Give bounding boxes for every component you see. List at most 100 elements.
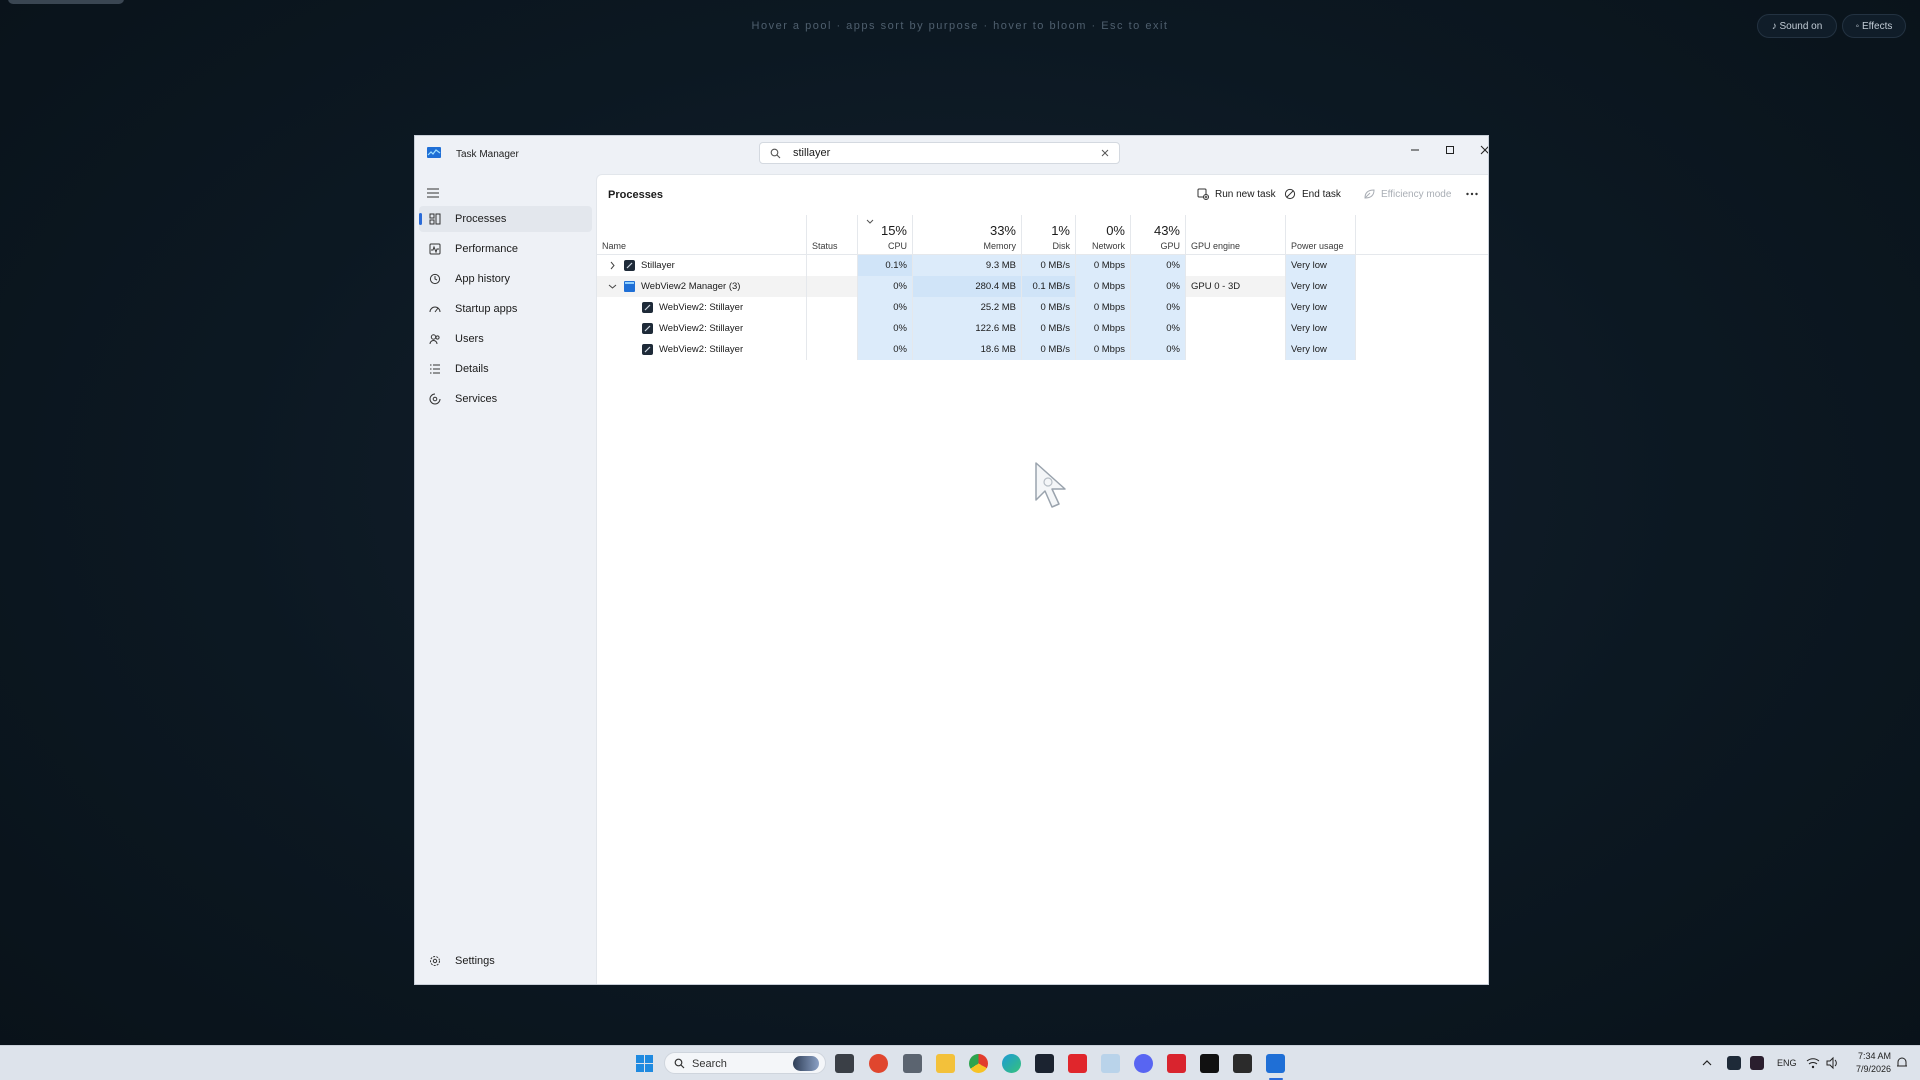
clock-date[interactable]: 7/9/2026	[1849, 1064, 1891, 1074]
taskbar-search[interactable]: Search	[664, 1052, 826, 1074]
end-task-label: End task	[1302, 188, 1341, 200]
volume-icon[interactable]	[1825, 1056, 1839, 1070]
end-task-button[interactable]: End task	[1284, 183, 1341, 205]
column-header-gpu-engine[interactable]: GPU engine	[1186, 215, 1286, 255]
task-manager-window: Task Manager stillayer Processes Perform…	[414, 135, 1489, 985]
column-header-status[interactable]: Status	[807, 215, 858, 255]
efficiency-mode-button[interactable]: Efficiency mode	[1363, 183, 1451, 205]
task-view-icon[interactable]	[835, 1054, 854, 1073]
run-new-task-icon	[1197, 188, 1209, 200]
table-row[interactable]: WebView2: Stillayer 0% 18.6 MB 0 MB/s 0 …	[597, 339, 1356, 360]
stillayer-app-icon	[642, 344, 653, 355]
cpu-cell: 0%	[858, 276, 913, 297]
table-row[interactable]: WebView2: Stillayer 0% 25.2 MB 0 MB/s 0 …	[597, 297, 1356, 318]
edge-browser-icon[interactable]	[1002, 1054, 1021, 1073]
sandbox-app-icon[interactable]	[1101, 1054, 1120, 1073]
name-cell: WebView2: Stillayer	[597, 339, 807, 360]
table-row[interactable]: Stillayer 0.1% 9.3 MB 0 MB/s 0 Mbps 0% V…	[597, 255, 1356, 276]
network-cell: 0 Mbps	[1076, 318, 1131, 339]
memory-cell: 25.2 MB	[913, 297, 1022, 318]
app-history-icon	[429, 273, 441, 285]
network-cell: 0 Mbps	[1076, 297, 1131, 318]
more-options-icon[interactable]	[1465, 187, 1479, 201]
effects-toggle-button[interactable]: ◦ Effects	[1842, 14, 1906, 38]
code-editor-app-icon[interactable]	[1035, 1054, 1054, 1073]
gpu-cell: 0%	[1131, 276, 1186, 297]
efficiency-leaf-icon	[1364, 189, 1375, 199]
column-header-gpu[interactable]: 43% GPU	[1131, 215, 1186, 255]
network-cell: 0 Mbps	[1076, 276, 1131, 297]
nav-item-startup-apps[interactable]: Startup apps	[419, 296, 592, 322]
input-language[interactable]: ENG	[1777, 1058, 1797, 1068]
column-header-memory[interactable]: 33% Memory	[913, 215, 1022, 255]
webview2-manager-icon	[624, 281, 635, 292]
performance-icon	[429, 243, 441, 255]
column-header-power-usage[interactable]: Power usage	[1286, 215, 1356, 255]
hamburger-menu-icon[interactable]	[426, 186, 440, 200]
table-row[interactable]: WebView2: Stillayer 0% 122.6 MB 0 MB/s 0…	[597, 318, 1356, 339]
clear-search-icon[interactable]	[1099, 147, 1111, 159]
nav-item-processes[interactable]: Processes	[419, 206, 592, 232]
chevron-up-icon[interactable]	[1700, 1056, 1714, 1070]
nav-item-performance[interactable]: Performance	[419, 236, 592, 262]
wifi-icon[interactable]	[1806, 1056, 1820, 1070]
clock-time[interactable]: 7:34 AM	[1855, 1051, 1891, 1061]
sound-toggle-button[interactable]: ♪ Sound on	[1757, 14, 1837, 38]
column-label: Disk	[1052, 241, 1071, 251]
gpu-total: 43%	[1153, 223, 1180, 238]
stillayer-tray-icon[interactable]	[1727, 1056, 1741, 1070]
column-header-cpu[interactable]: 15% CPU	[858, 215, 913, 255]
cpu-total: 15%	[880, 223, 907, 238]
close-button[interactable]	[1468, 138, 1488, 162]
nav-item-settings[interactable]: Settings	[419, 948, 592, 974]
gpu-cell: 0%	[1131, 339, 1186, 360]
disk-cell: 0 MB/s	[1022, 255, 1076, 276]
details-icon	[430, 364, 440, 374]
column-label: GPU	[1160, 241, 1180, 251]
disk-total: 1%	[1051, 223, 1070, 238]
maximize-button[interactable]	[1433, 138, 1467, 162]
calculator-app-icon[interactable]	[903, 1054, 922, 1073]
page-title: Processes	[608, 189, 664, 201]
search-input[interactable]	[793, 145, 1093, 161]
search-icon	[674, 1058, 685, 1069]
file-explorer-icon[interactable]	[936, 1054, 955, 1073]
expand-chevron-right-icon[interactable]	[608, 261, 617, 270]
notes-app-icon[interactable]	[1233, 1054, 1252, 1073]
memory-cell: 280.4 MB	[913, 276, 1022, 297]
column-header-name[interactable]: Name	[597, 215, 807, 255]
youdao-dictionary-icon[interactable]	[1068, 1054, 1087, 1073]
tray-app-icon[interactable]	[1750, 1056, 1764, 1070]
column-header-network[interactable]: 0% Network	[1076, 215, 1131, 255]
run-new-task-button[interactable]: Run new task	[1197, 183, 1276, 205]
mouse-cursor-icon	[1035, 462, 1066, 508]
task-manager-taskbar-icon[interactable]	[1266, 1054, 1285, 1073]
name-cell: WebView2: Stillayer	[597, 297, 807, 318]
stillayer-app-icon	[642, 323, 653, 334]
nav-item-app-history[interactable]: App history	[419, 266, 592, 292]
notification-bell-icon[interactable]	[1895, 1056, 1909, 1070]
search-box[interactable]	[759, 142, 1120, 164]
gpu-engine-cell	[1186, 318, 1286, 339]
shield-app-icon[interactable]	[1167, 1054, 1186, 1073]
title-bar[interactable]: Task Manager	[415, 136, 1488, 174]
nav-item-details[interactable]: Details	[419, 356, 592, 382]
collapse-chevron-down-icon[interactable]	[608, 282, 617, 291]
top-handle[interactable]	[8, 0, 124, 4]
gpu-engine-cell	[1186, 339, 1286, 360]
table-row[interactable]: WebView2 Manager (3) 0% 280.4 MB 0.1 MB/…	[597, 276, 1356, 297]
sort-descending-icon	[866, 219, 874, 224]
minimize-button[interactable]	[1398, 138, 1432, 162]
power-usage-cell: Very low	[1286, 276, 1356, 297]
process-name: WebView2: Stillayer	[659, 323, 744, 334]
bridge-app-icon[interactable]	[1200, 1054, 1219, 1073]
start-windows-icon[interactable]	[635, 1054, 654, 1073]
discord-app-icon[interactable]	[1134, 1054, 1153, 1073]
nav-item-users[interactable]: Users	[419, 326, 592, 352]
column-header-disk[interactable]: 1% Disk	[1022, 215, 1076, 255]
chrome-browser-icon[interactable]	[969, 1054, 988, 1073]
gpu-engine-cell: GPU 0 - 3D	[1186, 276, 1286, 297]
nav-item-services[interactable]: Services	[419, 386, 592, 412]
column-label: Power usage	[1291, 241, 1344, 251]
magnifier-app-icon[interactable]	[869, 1054, 888, 1073]
